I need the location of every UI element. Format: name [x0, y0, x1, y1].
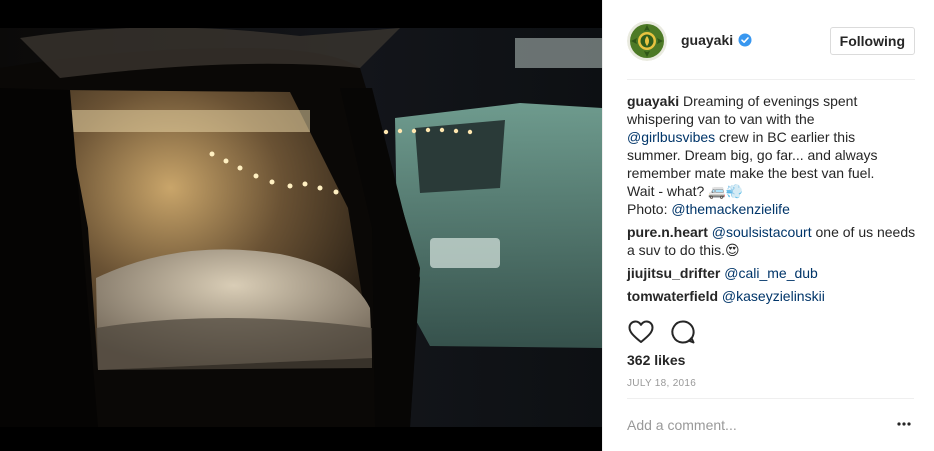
instagram-post: guayaki Following guayaki Dreaming of ev… [0, 0, 934, 451]
photo-letterbox-bottom [0, 427, 602, 451]
post-side-panel: guayaki Following guayaki Dreaming of ev… [602, 0, 934, 451]
comment-author-link[interactable]: jiujitsu_drifter [627, 265, 720, 281]
likes-count[interactable]: 362 likes [627, 352, 685, 368]
caption: guayaki Dreaming of evenings spent whisp… [627, 92, 917, 218]
username-row: guayaki [681, 32, 752, 48]
mention-link[interactable]: @kaseyzielinskii [722, 288, 825, 304]
more-options-icon[interactable] [896, 421, 912, 427]
post-photo[interactable] [0, 0, 602, 451]
photo-letterbox-top [0, 0, 602, 28]
caption-text-5: remember mate make the best van fuel. [627, 165, 875, 181]
post-header: guayaki Following [603, 0, 934, 80]
header-divider [627, 79, 915, 80]
action-bar [627, 318, 711, 346]
caption-text-1: Dreaming of evenings spent [683, 93, 858, 109]
comment-author-link[interactable]: pure.n.heart [627, 224, 708, 240]
mention-link[interactable]: @themackenzielife [671, 201, 790, 217]
guayaki-logo-icon [627, 21, 667, 61]
mention-link[interactable]: @cali_me_dub [724, 265, 818, 281]
caption-text-7: Photo: [627, 201, 672, 217]
comment-item: tomwaterfield @kaseyzielinskii [627, 287, 917, 305]
caption-text-2: whispering van to van with the [627, 111, 815, 127]
comment-item: jiujitsu_drifter @cali_me_dub [627, 264, 917, 282]
van-photo-image [0, 28, 602, 427]
heart-icon[interactable] [627, 318, 655, 346]
caption-text-3: crew in BC earlier this [715, 129, 856, 145]
comment-divider [627, 398, 914, 399]
post-date[interactable]: JULY 18, 2016 [627, 378, 696, 389]
comment-item: pure.n.heart @soulsistacourt one of us n… [627, 223, 917, 259]
comment-author-link[interactable]: tomwaterfield [627, 288, 718, 304]
comment-icon[interactable] [669, 318, 697, 346]
mention-link[interactable]: @girlbusvibes [627, 129, 715, 145]
caption-text-4: summer. Dream big, go far... and always [627, 147, 878, 163]
mention-link[interactable]: @soulsistacourt [712, 224, 812, 240]
username-link[interactable]: guayaki [681, 32, 733, 48]
caption-author-link[interactable]: guayaki [627, 93, 679, 109]
add-comment-input[interactable] [627, 414, 877, 436]
comments-list: guayaki Dreaming of evenings spent whisp… [627, 92, 917, 310]
caption-text-6: Wait - what? 🚐💨 [627, 183, 744, 199]
following-button[interactable]: Following [829, 27, 915, 55]
avatar[interactable] [627, 21, 667, 61]
verified-icon [738, 33, 752, 47]
